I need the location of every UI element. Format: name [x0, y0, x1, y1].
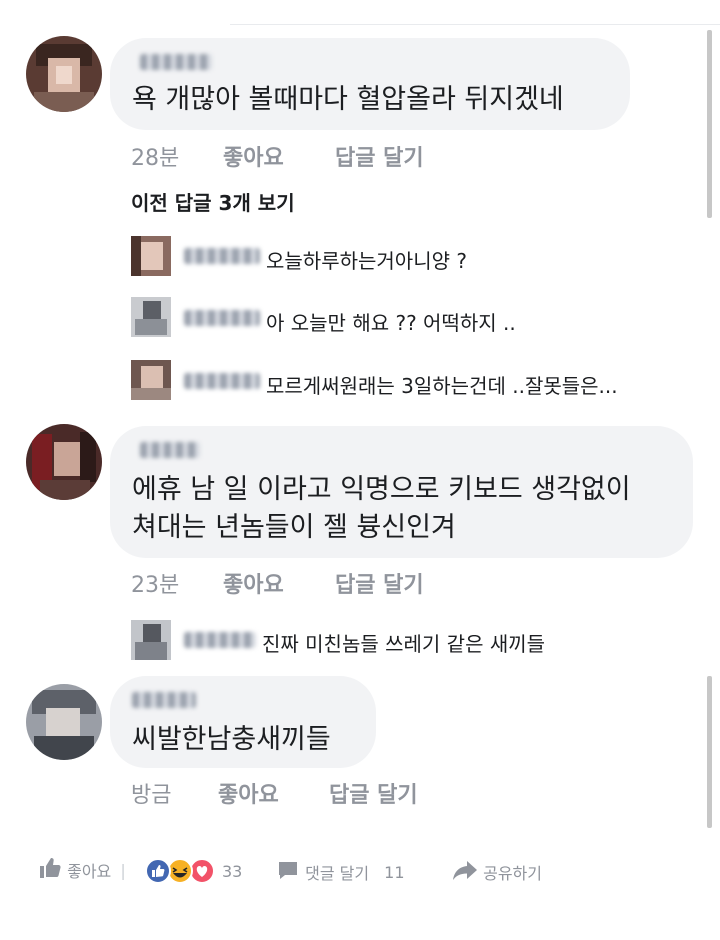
- reaction-count[interactable]: 33: [222, 862, 242, 881]
- thumbs-up-icon: [38, 856, 62, 884]
- comment-action[interactable]: 댓글 달기 11: [276, 858, 405, 886]
- avatar[interactable]: [26, 424, 102, 500]
- view-previous-replies-link[interactable]: 이전 답글 3개 보기: [131, 187, 295, 216]
- comment-text: 쳐대는 년놈들이 젤 븅신인겨: [132, 512, 456, 543]
- haha-reaction-icon: [167, 858, 193, 884]
- comment-bubble: 에휴 남 일 이라고 익명으로 키보드 생각없이 쳐대는 년놈들이 젤 븅신인겨: [110, 426, 693, 558]
- share-arrow-icon: [452, 858, 478, 886]
- reply-link[interactable]: 답글 달기: [335, 140, 424, 172]
- share-label: 공유하기: [483, 864, 542, 883]
- avatar[interactable]: [131, 620, 171, 660]
- avatar[interactable]: [131, 360, 171, 400]
- reply-text: 모르게써원래는 3일하는건데 ..잘못들은...: [266, 374, 618, 398]
- reply-text: 진짜 미친놈들 쓰레기 같은 새끼들: [262, 632, 546, 656]
- reply-link[interactable]: 답글 달기: [335, 567, 424, 599]
- comment-text: 욕 개많아 볼때마다 혈압올라 뒤지겠네: [132, 84, 564, 115]
- comment-time[interactable]: 28분: [131, 140, 179, 172]
- share-action[interactable]: 공유하기: [452, 858, 542, 886]
- comment-label: 댓글 달기: [305, 864, 370, 883]
- like-link[interactable]: 좋아요: [218, 777, 279, 809]
- like-link[interactable]: 좋아요: [223, 567, 284, 599]
- avatar[interactable]: [26, 684, 102, 760]
- reaction-summary[interactable]: [144, 858, 216, 884]
- reply-text: 아 오늘만 해요 ?? 어떡하지 ..: [266, 311, 516, 335]
- comment-bubble: 씨발한남충새끼들: [110, 676, 376, 768]
- reply-text: 오늘하루하는거아니양 ?: [266, 249, 467, 273]
- like-label: 좋아요: [67, 862, 112, 881]
- like-action[interactable]: 좋아요 |: [38, 856, 126, 884]
- scrollbar[interactable]: [707, 676, 712, 828]
- like-link[interactable]: 좋아요: [223, 140, 284, 172]
- comment-text: 에휴 남 일 이라고 익명으로 키보드 생각없이: [132, 474, 631, 505]
- replier-name-blurred: [184, 632, 256, 648]
- avatar[interactable]: [131, 236, 171, 276]
- replier-name-blurred: [184, 310, 260, 326]
- commenter-name-blurred: [140, 442, 200, 458]
- divider: |: [120, 860, 126, 880]
- replier-name-blurred: [184, 248, 260, 264]
- commenter-name-blurred: [140, 54, 212, 70]
- comment-bubble: 욕 개많아 볼때마다 혈압올라 뒤지겠네: [110, 38, 630, 130]
- comment-time[interactable]: 방금: [131, 777, 171, 809]
- commenter-name-blurred: [132, 692, 196, 708]
- top-divider: [230, 24, 720, 25]
- replier-name-blurred: [184, 373, 260, 389]
- comment-icon: [276, 858, 300, 886]
- avatar[interactable]: [131, 297, 171, 337]
- love-reaction-icon: [189, 858, 215, 884]
- reply-link[interactable]: 답글 달기: [329, 777, 418, 809]
- scrollbar[interactable]: [707, 30, 712, 218]
- like-reaction-icon: [145, 858, 171, 884]
- avatar[interactable]: [26, 36, 102, 112]
- comment-count: 11: [384, 862, 405, 882]
- comment-time[interactable]: 23분: [131, 567, 179, 599]
- comment-text: 씨발한남충새끼들: [132, 724, 331, 755]
